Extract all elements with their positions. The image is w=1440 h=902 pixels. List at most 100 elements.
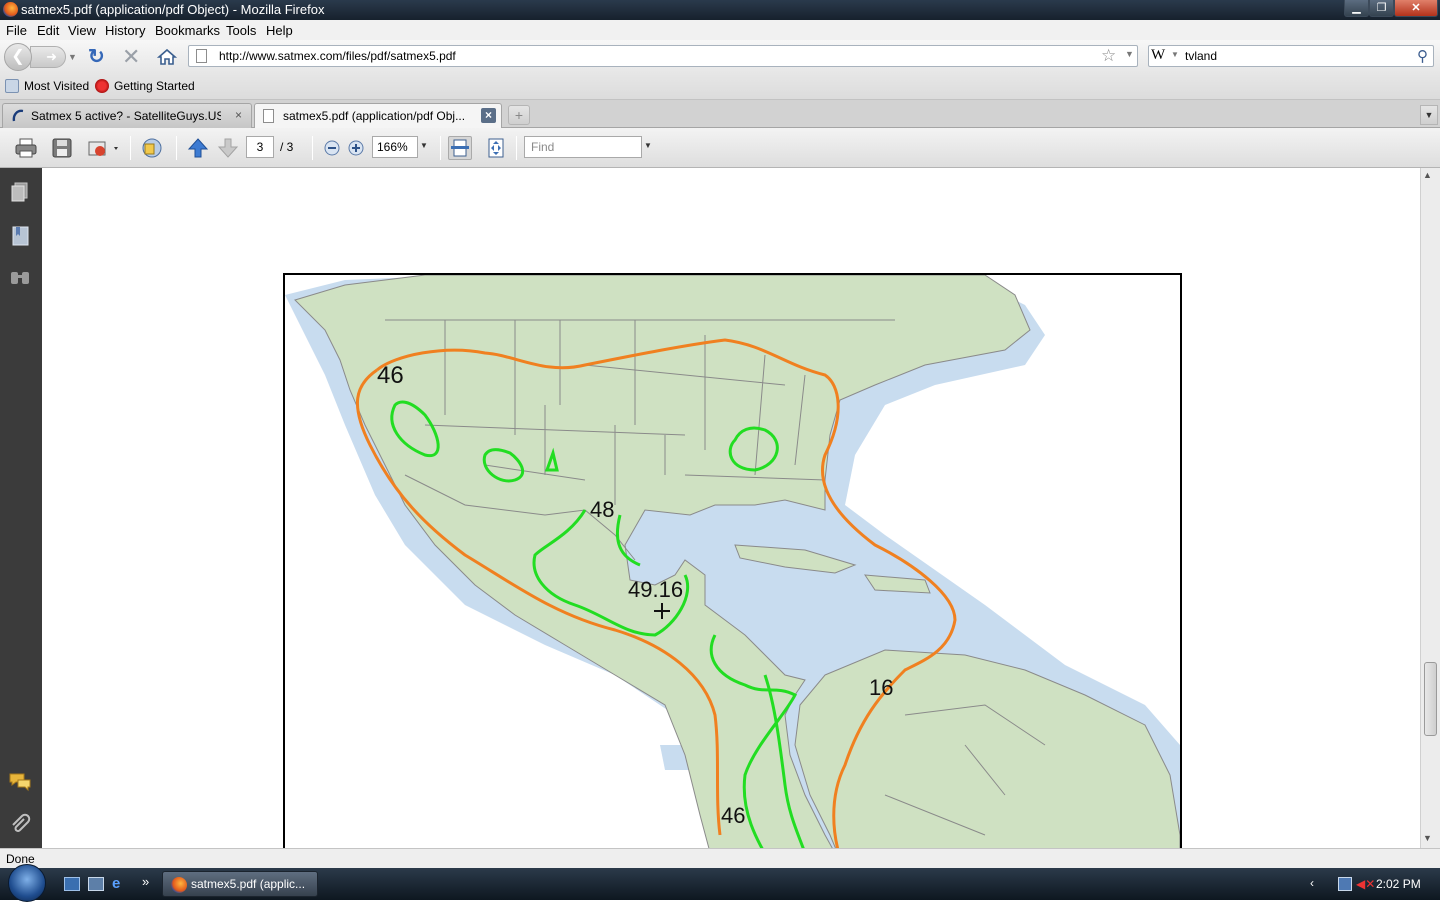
- pdf-page: 46 48 49.16 46 16: [42, 168, 1420, 848]
- satelliteguys-icon: [11, 109, 25, 123]
- getting-started-icon: [95, 79, 109, 93]
- toolbar-separator: [516, 136, 517, 160]
- internet-explorer-icon[interactable]: e: [112, 876, 128, 891]
- tab-close-icon[interactable]: ×: [481, 108, 496, 123]
- toolbar-separator: [130, 136, 131, 160]
- contour-label-49-16: 49.16: [628, 577, 683, 602]
- collaborate-icon[interactable]: [140, 136, 164, 160]
- start-button[interactable]: [8, 864, 46, 902]
- scroll-down-icon[interactable]: ▼: [1423, 833, 1432, 843]
- menu-bar: File Edit View History Bookmarks Tools H…: [0, 20, 1440, 40]
- menu-bookmarks[interactable]: Bookmarks: [155, 23, 220, 38]
- stop-icon[interactable]: ✕: [122, 46, 144, 68]
- menu-help[interactable]: Help: [266, 23, 293, 38]
- url-dropdown-icon[interactable]: ▼: [1125, 49, 1134, 59]
- search-panel-icon[interactable]: [8, 266, 32, 292]
- tab-list-button[interactable]: ▼: [1420, 105, 1438, 125]
- previous-page-icon[interactable]: [186, 136, 210, 160]
- search-engine-dropdown-icon[interactable]: ▼: [1171, 50, 1179, 59]
- url-bar[interactable]: http://www.satmex.com/files/pdf/satmex5.…: [188, 45, 1138, 67]
- close-window-button[interactable]: ✕: [1394, 0, 1438, 17]
- bookmark-star-icon[interactable]: ☆: [1101, 46, 1116, 66]
- page-icon: [263, 109, 274, 123]
- window-title: satmex5.pdf (application/pdf Object) - M…: [21, 2, 325, 17]
- find-input[interactable]: Find: [524, 136, 642, 158]
- page-number-input[interactable]: 3: [246, 136, 274, 158]
- minimize-button[interactable]: ▁: [1344, 0, 1369, 17]
- menu-file[interactable]: File: [6, 23, 27, 38]
- switch-windows-icon[interactable]: [88, 877, 104, 891]
- search-go-icon[interactable]: ⚲: [1417, 47, 1428, 65]
- contour-label-46-north: 46: [377, 362, 404, 389]
- home-icon[interactable]: [156, 46, 178, 68]
- most-visited-icon: [5, 79, 19, 93]
- zoom-level-input[interactable]: 166%: [372, 136, 418, 158]
- system-clock[interactable]: 2:02 PM: [1376, 877, 1421, 891]
- reload-icon[interactable]: ↻: [88, 47, 110, 69]
- menu-view[interactable]: View: [68, 23, 96, 38]
- show-desktop-icon[interactable]: [64, 877, 80, 891]
- toolbar-separator: [176, 136, 177, 160]
- vertical-scrollbar[interactable]: ▲ ▼: [1420, 168, 1440, 848]
- tab-close-icon[interactable]: ×: [231, 108, 246, 123]
- back-button[interactable]: ❮: [4, 43, 32, 71]
- tab-bar: Satmex 5 active? - SatelliteGuys.US × sa…: [0, 100, 1440, 129]
- forward-button[interactable]: ➜: [30, 46, 66, 68]
- contour-label-48: 48: [590, 497, 614, 522]
- menu-edit[interactable]: Edit: [37, 23, 59, 38]
- scrollbar-thumb[interactable]: [1424, 662, 1437, 736]
- search-input[interactable]: tvland: [1185, 49, 1217, 63]
- menu-tools[interactable]: Tools: [226, 23, 256, 38]
- windows-taskbar: e » satmex5.pdf (applic... ‹ ◀✕ 2:02 PM: [0, 864, 1440, 902]
- pdf-document-view[interactable]: 46 48 49.16 46 16: [42, 168, 1420, 848]
- attachments-panel-icon[interactable]: [8, 812, 32, 838]
- history-dropdown-icon[interactable]: ▼: [68, 52, 77, 62]
- comments-panel-icon[interactable]: [8, 768, 32, 794]
- url-text[interactable]: http://www.satmex.com/files/pdf/satmex5.…: [219, 49, 456, 63]
- show-hidden-icons-icon[interactable]: ‹: [1310, 876, 1314, 890]
- footprint-map-svg: 46 48 49.16 46 16: [285, 275, 1180, 848]
- contour-label-16: 16: [869, 675, 893, 700]
- satellite-footprint-map: 46 48 49.16 46 16: [283, 273, 1182, 848]
- bookmark-label: Getting Started: [114, 79, 195, 93]
- new-tab-button[interactable]: +: [508, 105, 530, 125]
- zoom-dropdown-icon[interactable]: ▼: [420, 141, 428, 150]
- pages-panel-icon[interactable]: [8, 180, 32, 206]
- pdf-navigation-pane: [0, 168, 42, 848]
- search-engine-icon[interactable]: W: [1151, 47, 1165, 64]
- menu-history[interactable]: History: [105, 23, 145, 38]
- zoom-out-icon[interactable]: [320, 136, 344, 160]
- firefox-icon: [3, 2, 18, 17]
- bookmarks-panel-icon[interactable]: [8, 224, 32, 250]
- toolbar-separator: [440, 136, 441, 160]
- fit-page-icon[interactable]: [484, 136, 508, 160]
- email-pdf-icon[interactable]: [86, 136, 122, 160]
- bookmarks-toolbar: Most Visited Getting Started: [0, 74, 1440, 100]
- back-forward-group: ➜ ❮ ▼: [4, 43, 78, 71]
- tab-label: Satmex 5 active? - SatelliteGuys.US: [31, 109, 221, 123]
- maximize-button[interactable]: ❐: [1369, 0, 1394, 17]
- find-dropdown-icon[interactable]: ▼: [644, 141, 652, 150]
- network-icon[interactable]: [1338, 877, 1352, 891]
- window-titlebar: satmex5.pdf (application/pdf Object) - M…: [0, 0, 1440, 20]
- page-icon: [196, 49, 207, 63]
- print-icon[interactable]: [14, 136, 38, 160]
- bookmark-most-visited[interactable]: Most Visited: [5, 79, 89, 93]
- status-bar: Done: [0, 848, 1440, 868]
- tab-label: satmex5.pdf (application/pdf Obj...: [283, 109, 466, 123]
- pdf-toolbar: 3 / 3 166% ▼ Find ▼: [0, 128, 1440, 168]
- search-bar[interactable]: W ▼ tvland ⚲: [1148, 45, 1434, 67]
- contour-label-46-south: 46: [721, 803, 745, 828]
- firefox-icon: [171, 877, 187, 893]
- tab-satmex5-pdf[interactable]: satmex5.pdf (application/pdf Obj... ×: [254, 103, 502, 129]
- quick-launch-more-icon[interactable]: »: [142, 874, 149, 889]
- fit-width-icon[interactable]: [448, 136, 472, 160]
- bookmark-getting-started[interactable]: Getting Started: [95, 79, 195, 93]
- zoom-in-icon[interactable]: [344, 136, 368, 160]
- scroll-up-icon[interactable]: ▲: [1423, 170, 1432, 180]
- volume-muted-icon[interactable]: ◀✕: [1356, 877, 1375, 891]
- tab-satelliteguys[interactable]: Satmex 5 active? - SatelliteGuys.US ×: [2, 103, 252, 128]
- next-page-icon[interactable]: [216, 136, 240, 160]
- save-icon[interactable]: [50, 136, 74, 160]
- taskbar-firefox-button[interactable]: satmex5.pdf (applic...: [162, 871, 318, 897]
